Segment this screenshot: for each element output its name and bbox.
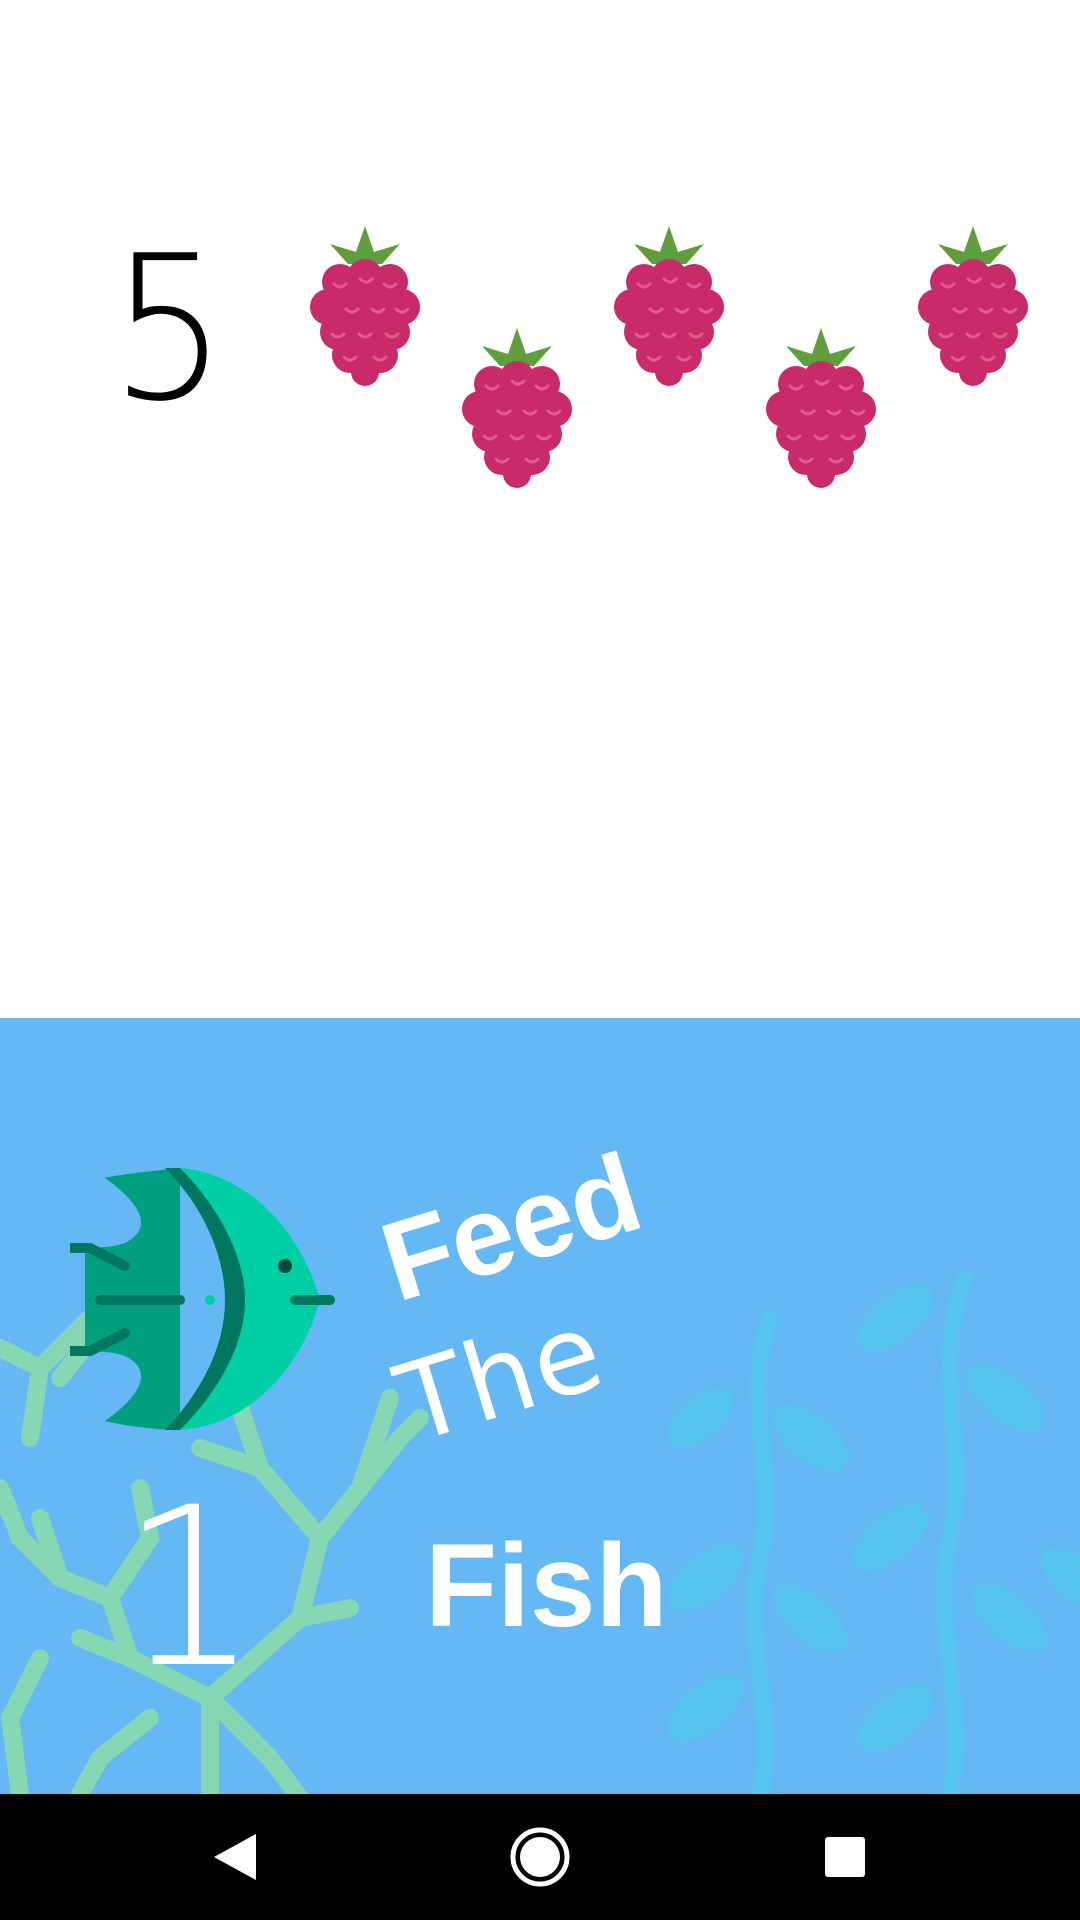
raspberry-icon[interactable] (300, 222, 430, 392)
recents-icon[interactable] (805, 1817, 885, 1897)
back-icon[interactable] (195, 1817, 275, 1897)
raspberry-icon[interactable] (756, 324, 886, 494)
counting-area: 5 (0, 0, 1080, 1018)
title-word-fish: Fish (425, 1520, 668, 1652)
raspberry-icon[interactable] (604, 222, 734, 392)
game-number: 1 (120, 1460, 260, 1716)
count-number: 5 (110, 213, 228, 446)
raspberry-icon[interactable] (452, 324, 582, 494)
feed-the-fish-card[interactable]: 1 Feed The Fish (0, 1018, 1080, 1794)
system-navigation-bar (0, 1794, 1080, 1920)
fish-icon[interactable] (70, 1168, 335, 1433)
home-icon[interactable] (500, 1817, 580, 1897)
raspberry-icon[interactable] (908, 222, 1038, 392)
